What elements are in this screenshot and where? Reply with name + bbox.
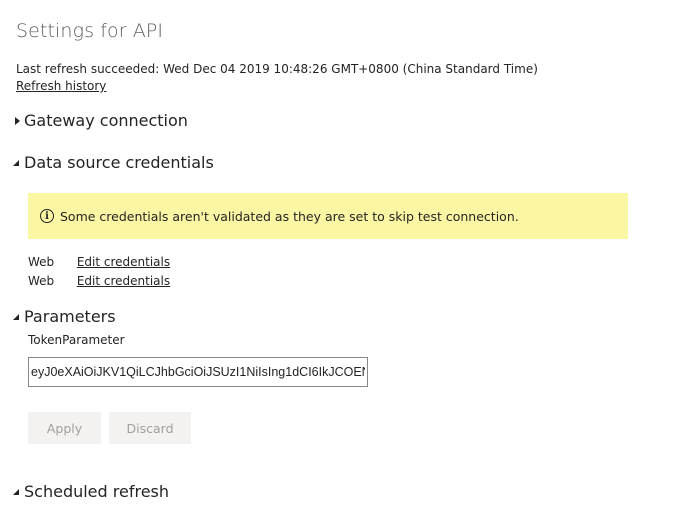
credential-type: Web [28,274,55,288]
refresh-history-link[interactable]: Refresh history [16,79,106,93]
data-source-credentials-header[interactable]: Data source credentials [12,153,214,172]
info-icon: i [40,209,54,223]
discard-button[interactable]: Discard [109,412,191,444]
data-source-credentials-label: Data source credentials [24,153,214,172]
token-parameter-label: TokenParameter [28,333,125,347]
edit-credentials-link[interactable]: Edit credentials [77,255,170,269]
caret-down-icon [12,158,22,168]
credentials-warning-text: Some credentials aren't validated as the… [60,208,519,224]
page-title: Settings for API [16,20,164,42]
parameters-header[interactable]: Parameters [12,307,116,326]
settings-page: Settings for API Last refresh succeeded:… [0,0,679,511]
gateway-connection-header[interactable]: Gateway connection [12,111,188,130]
apply-button[interactable]: Apply [28,412,101,444]
gateway-connection-label: Gateway connection [24,111,188,130]
credentials-warning-banner: i Some credentials aren't validated as t… [28,193,628,239]
refresh-status: Last refresh succeeded: Wed Dec 04 2019 … [16,62,538,76]
credential-type: Web [28,255,55,269]
credential-row: Web Edit credentials [28,274,170,288]
parameters-label: Parameters [24,307,116,326]
scheduled-refresh-header[interactable]: Scheduled refresh [12,482,169,501]
caret-down-icon [12,312,22,322]
scheduled-refresh-label: Scheduled refresh [24,482,170,501]
caret-right-icon [12,116,22,126]
caret-down-icon [12,487,22,497]
credential-row: Web Edit credentials [28,255,170,269]
token-parameter-input[interactable] [28,357,368,387]
edit-credentials-link[interactable]: Edit credentials [77,274,170,288]
